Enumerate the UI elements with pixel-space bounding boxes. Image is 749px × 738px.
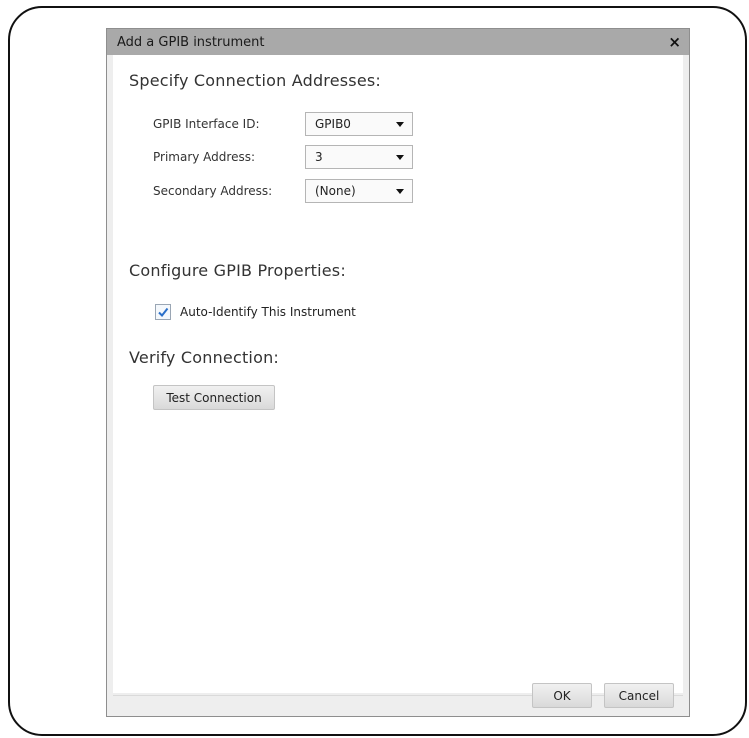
chevron-down-icon (396, 121, 404, 127)
primary-address-select[interactable]: 3 (305, 145, 413, 169)
primary-address-value: 3 (315, 150, 323, 164)
secondary-address-select[interactable]: (None) (305, 179, 413, 203)
cancel-button[interactable]: Cancel (604, 683, 674, 708)
chevron-down-icon (396, 188, 404, 194)
verify-heading: Verify Connection: (129, 348, 279, 367)
dialog-titlebar: Add a GPIB instrument × (107, 29, 689, 55)
secondary-address-label: Secondary Address: (153, 184, 273, 198)
chevron-down-icon (396, 154, 404, 160)
interface-id-label: GPIB Interface ID: (153, 117, 260, 131)
primary-address-label: Primary Address: (153, 150, 256, 164)
auto-identify-label: Auto-Identify This Instrument (180, 305, 356, 319)
secondary-address-value: (None) (315, 184, 356, 198)
footer-divider (113, 695, 683, 696)
gpib-dialog: Add a GPIB instrument × Specify Connecti… (106, 28, 690, 717)
checkmark-icon (158, 307, 169, 318)
close-icon[interactable]: × (668, 34, 681, 50)
addresses-heading: Specify Connection Addresses: (129, 71, 382, 90)
dialog-title: Add a GPIB instrument (117, 34, 265, 50)
interface-id-value: GPIB0 (315, 117, 351, 131)
test-connection-button[interactable]: Test Connection (153, 385, 275, 410)
ok-button[interactable]: OK (532, 683, 592, 708)
dialog-content: Specify Connection Addresses: GPIB Inter… (113, 55, 683, 693)
interface-id-select[interactable]: GPIB0 (305, 112, 413, 136)
properties-heading: Configure GPIB Properties: (129, 261, 346, 280)
auto-identify-checkbox[interactable] (155, 304, 171, 320)
